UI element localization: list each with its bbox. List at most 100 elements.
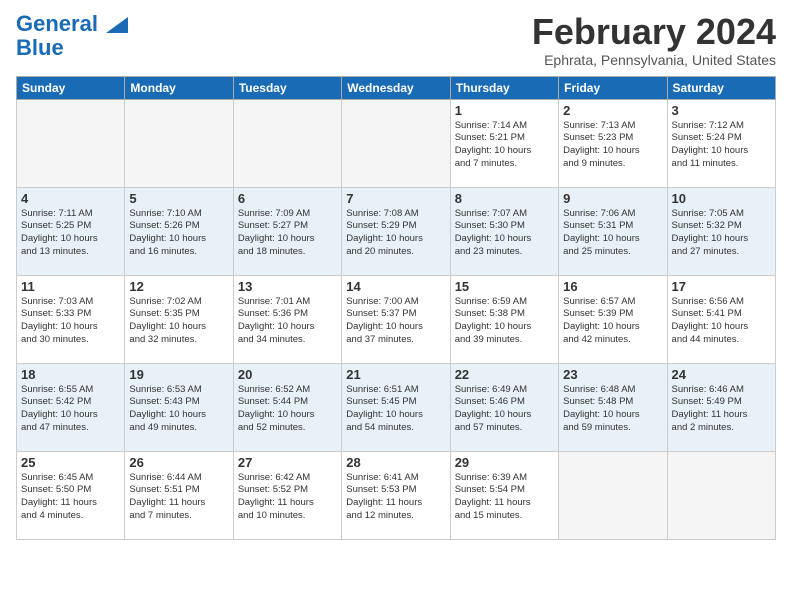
table-row: 3 Sunrise: 7:12 AM Sunset: 5:24 PM Daylig… [667, 99, 775, 187]
day-info: Sunrise: 6:45 AM Sunset: 5:50 PM Dayligh… [21, 472, 120, 523]
header: General Blue February 2024 Ephrata, Penn… [16, 12, 776, 68]
table-row: 6 Sunrise: 7:09 AM Sunset: 5:27 PM Daylig… [233, 187, 341, 275]
day-info: Sunrise: 6:59 AM Sunset: 5:38 PM Dayligh… [455, 296, 554, 347]
day-info: Sunrise: 7:13 AM Sunset: 5:23 PM Dayligh… [563, 120, 662, 171]
header-wednesday: Wednesday [342, 76, 450, 99]
day-info: Sunrise: 6:39 AM Sunset: 5:54 PM Dayligh… [455, 472, 554, 523]
table-row: 28 Sunrise: 6:41 AM Sunset: 5:53 PM Dayli… [342, 451, 450, 539]
table-row: 20Sunrise: 6:52 AM Sunset: 5:44 PM Dayli… [233, 363, 341, 451]
day-info: Sunrise: 7:06 AM Sunset: 5:31 PM Dayligh… [563, 208, 662, 259]
day-number: 24 [672, 367, 771, 382]
title-area: February 2024 Ephrata, Pennsylvania, Uni… [532, 12, 776, 68]
table-row: 9 Sunrise: 7:06 AM Sunset: 5:31 PM Daylig… [559, 187, 667, 275]
logo-icon [106, 17, 128, 33]
day-number: 10 [672, 191, 771, 206]
table-row: 22 Sunrise: 6:49 AM Sunset: 5:46 PM Dayli… [450, 363, 558, 451]
day-info: Sunrise: 7:12 AM Sunset: 5:24 PM Dayligh… [672, 120, 771, 171]
day-number: 14 [346, 279, 445, 294]
day-number: 5 [129, 191, 228, 206]
table-row: 1 Sunrise: 7:14 AM Sunset: 5:21 PM Daylig… [450, 99, 558, 187]
table-row: 7 Sunrise: 7:08 AM Sunset: 5:29 PM Daylig… [342, 187, 450, 275]
table-row [667, 451, 775, 539]
day-number: 7 [346, 191, 445, 206]
table-row: 12 Sunrise: 7:02 AM Sunset: 5:35 PM Dayli… [125, 275, 233, 363]
table-row [559, 451, 667, 539]
table-row: 15Sunrise: 6:59 AM Sunset: 5:38 PM Dayli… [450, 275, 558, 363]
day-info: Sunrise: 6:57 AM Sunset: 5:39 PM Dayligh… [563, 296, 662, 347]
month-title: February 2024 [532, 12, 776, 52]
day-info: Sunrise: 7:01 AM Sunset: 5:36 PM Dayligh… [238, 296, 337, 347]
day-number: 9 [563, 191, 662, 206]
table-row: 4 Sunrise: 7:11 AM Sunset: 5:25 PM Daylig… [17, 187, 125, 275]
table-row: 5 Sunrise: 7:10 AM Sunset: 5:26 PM Daylig… [125, 187, 233, 275]
day-info: Sunrise: 6:53 AM Sunset: 5:43 PM Dayligh… [129, 384, 228, 435]
day-number: 18 [21, 367, 120, 382]
header-thursday: Thursday [450, 76, 558, 99]
day-info: Sunrise: 7:10 AM Sunset: 5:26 PM Dayligh… [129, 208, 228, 259]
table-row: 18 Sunrise: 6:55 AM Sunset: 5:42 PM Dayli… [17, 363, 125, 451]
table-row [342, 99, 450, 187]
day-info: Sunrise: 6:55 AM Sunset: 5:42 PM Dayligh… [21, 384, 120, 435]
day-number: 27 [238, 455, 337, 470]
table-row: 2 Sunrise: 7:13 AM Sunset: 5:23 PM Daylig… [559, 99, 667, 187]
day-number: 11 [21, 279, 120, 294]
day-info: Sunrise: 6:41 AM Sunset: 5:53 PM Dayligh… [346, 472, 445, 523]
day-info: Sunrise: 7:09 AM Sunset: 5:27 PM Dayligh… [238, 208, 337, 259]
day-number: 8 [455, 191, 554, 206]
table-row: 11 Sunrise: 7:03 AM Sunset: 5:33 PM Dayli… [17, 275, 125, 363]
day-info: Sunrise: 7:07 AM Sunset: 5:30 PM Dayligh… [455, 208, 554, 259]
day-number: 13 [238, 279, 337, 294]
header-sunday: Sunday [17, 76, 125, 99]
table-row: 16Sunrise: 6:57 AM Sunset: 5:39 PM Dayli… [559, 275, 667, 363]
day-number: 19 [129, 367, 228, 382]
day-number: 21 [346, 367, 445, 382]
day-number: 17 [672, 279, 771, 294]
day-info: Sunrise: 6:52 AM Sunset: 5:44 PM Dayligh… [238, 384, 337, 435]
day-number: 23 [563, 367, 662, 382]
table-row: 19 Sunrise: 6:53 AM Sunset: 5:43 PM Dayli… [125, 363, 233, 451]
day-info: Sunrise: 7:08 AM Sunset: 5:29 PM Dayligh… [346, 208, 445, 259]
table-row: 13 Sunrise: 7:01 AM Sunset: 5:36 PM Dayli… [233, 275, 341, 363]
day-info: Sunrise: 6:56 AM Sunset: 5:41 PM Dayligh… [672, 296, 771, 347]
day-info: Sunrise: 6:49 AM Sunset: 5:46 PM Dayligh… [455, 384, 554, 435]
calendar-week-row: 11 Sunrise: 7:03 AM Sunset: 5:33 PM Dayli… [17, 275, 776, 363]
calendar-week-row: 25Sunrise: 6:45 AM Sunset: 5:50 PM Dayli… [17, 451, 776, 539]
table-row: 24 Sunrise: 6:46 AM Sunset: 5:49 PM Dayli… [667, 363, 775, 451]
day-number: 28 [346, 455, 445, 470]
day-info: Sunrise: 7:11 AM Sunset: 5:25 PM Dayligh… [21, 208, 120, 259]
table-row: 29 Sunrise: 6:39 AM Sunset: 5:54 PM Dayli… [450, 451, 558, 539]
calendar-body: 1 Sunrise: 7:14 AM Sunset: 5:21 PM Daylig… [17, 99, 776, 539]
day-info: Sunrise: 6:51 AM Sunset: 5:45 PM Dayligh… [346, 384, 445, 435]
day-info: Sunrise: 7:00 AM Sunset: 5:37 PM Dayligh… [346, 296, 445, 347]
day-info: Sunrise: 6:44 AM Sunset: 5:51 PM Dayligh… [129, 472, 228, 523]
table-row: 10 Sunrise: 7:05 AM Sunset: 5:32 PM Dayli… [667, 187, 775, 275]
day-number: 3 [672, 103, 771, 118]
day-info: Sunrise: 6:46 AM Sunset: 5:49 PM Dayligh… [672, 384, 771, 435]
calendar-week-row: 18 Sunrise: 6:55 AM Sunset: 5:42 PM Dayli… [17, 363, 776, 451]
calendar-week-row: 1 Sunrise: 7:14 AM Sunset: 5:21 PM Daylig… [17, 99, 776, 187]
day-number: 22 [455, 367, 554, 382]
day-number: 12 [129, 279, 228, 294]
day-info: Sunrise: 7:03 AM Sunset: 5:33 PM Dayligh… [21, 296, 120, 347]
day-number: 29 [455, 455, 554, 470]
day-number: 4 [21, 191, 120, 206]
logo-text: General [16, 12, 128, 36]
table-row: 23Sunrise: 6:48 AM Sunset: 5:48 PM Dayli… [559, 363, 667, 451]
header-friday: Friday [559, 76, 667, 99]
day-number: 26 [129, 455, 228, 470]
logo: General Blue [16, 12, 128, 60]
weekday-header-row: Sunday Monday Tuesday Wednesday Thursday… [17, 76, 776, 99]
day-info: Sunrise: 7:14 AM Sunset: 5:21 PM Dayligh… [455, 120, 554, 171]
header-tuesday: Tuesday [233, 76, 341, 99]
table-row: 26 Sunrise: 6:44 AM Sunset: 5:51 PM Dayli… [125, 451, 233, 539]
day-info: Sunrise: 7:02 AM Sunset: 5:35 PM Dayligh… [129, 296, 228, 347]
day-number: 6 [238, 191, 337, 206]
day-number: 1 [455, 103, 554, 118]
table-row [233, 99, 341, 187]
table-row: 8 Sunrise: 7:07 AM Sunset: 5:30 PM Daylig… [450, 187, 558, 275]
day-number: 2 [563, 103, 662, 118]
header-monday: Monday [125, 76, 233, 99]
calendar-table: Sunday Monday Tuesday Wednesday Thursday… [16, 76, 776, 540]
day-info: Sunrise: 6:42 AM Sunset: 5:52 PM Dayligh… [238, 472, 337, 523]
day-info: Sunrise: 7:05 AM Sunset: 5:32 PM Dayligh… [672, 208, 771, 259]
